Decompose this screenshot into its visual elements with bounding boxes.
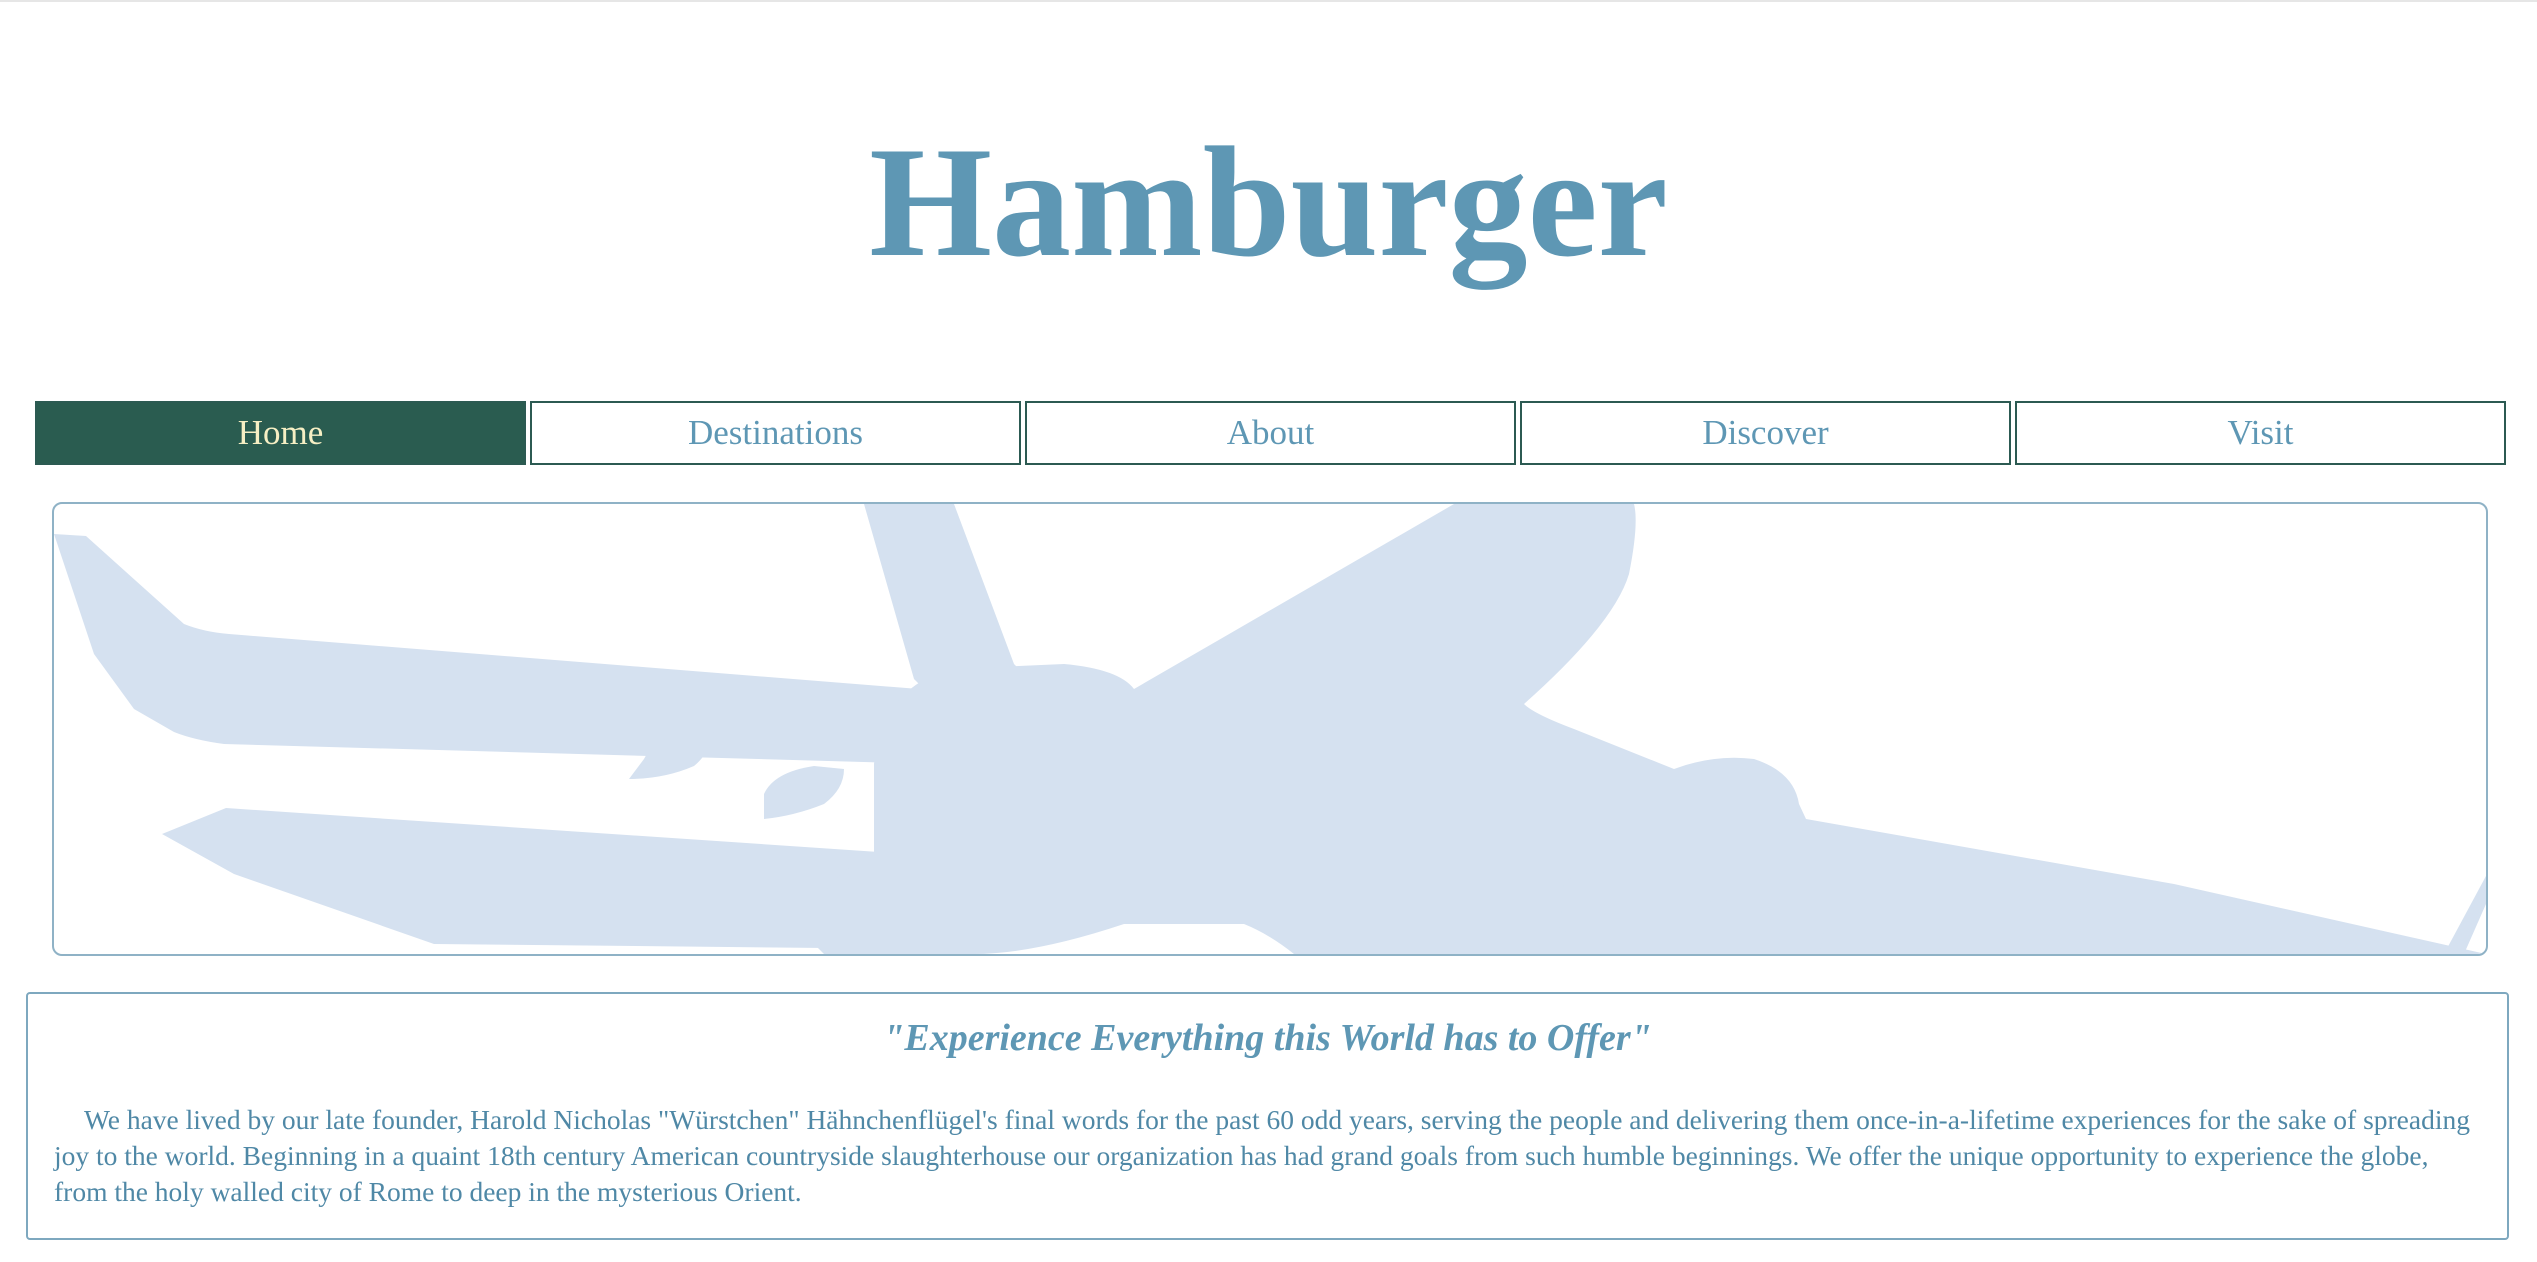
- hero-banner: [52, 502, 2488, 956]
- tagline: "Experience Everything this World has to…: [883, 1017, 1652, 1059]
- top-divider: [0, 0, 2537, 2]
- airplane-silhouette-image: [54, 504, 2486, 954]
- nav-item-destinations[interactable]: Destinations: [530, 401, 1021, 465]
- nav-item-visit[interactable]: Visit: [2015, 401, 2506, 465]
- about-paragraph: We have lived by our late founder, Harol…: [54, 1104, 2470, 1207]
- site-title: Hamburger: [869, 115, 1668, 290]
- nav-item-about[interactable]: About: [1025, 401, 1516, 465]
- nav-item-home[interactable]: Home: [35, 401, 526, 465]
- about-section: "Experience Everything this World has to…: [26, 992, 2509, 1240]
- main-nav: Home Destinations About Discover Visit: [35, 401, 2506, 465]
- nav-item-discover[interactable]: Discover: [1520, 401, 2011, 465]
